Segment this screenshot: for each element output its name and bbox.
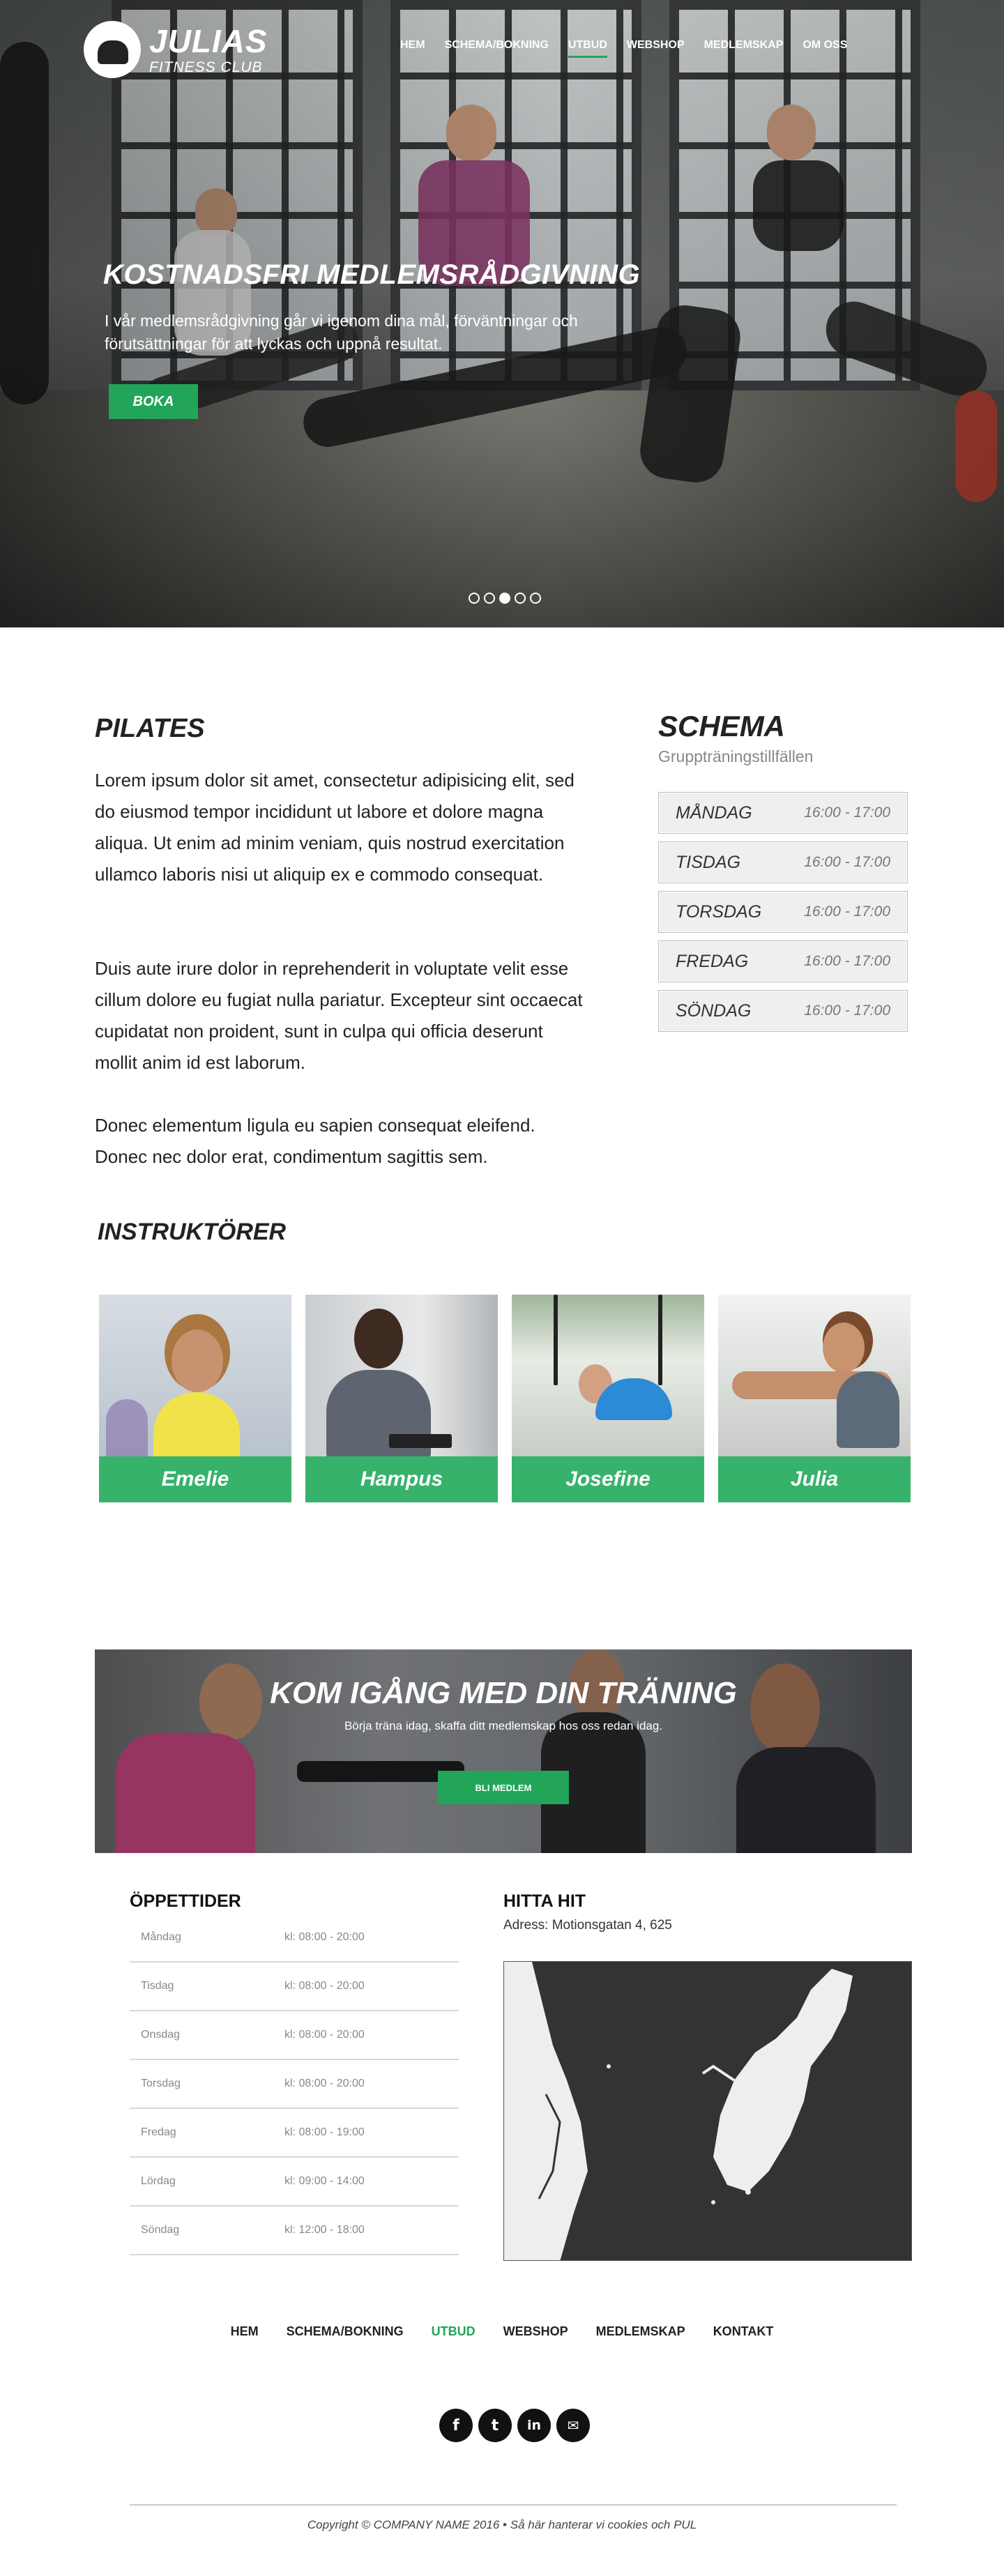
twitter-icon[interactable]: t: [478, 2409, 512, 2442]
schema-time: 16:00 - 17:00: [804, 805, 890, 821]
hours-day: Fredag: [141, 2126, 176, 2138]
hours-row: Tisdag kl: 08:00 - 20:00: [130, 1963, 459, 2011]
hours-time: kl: 09:00 - 14:00: [284, 2175, 365, 2187]
instructor-name: Emelie: [99, 1456, 291, 1502]
find-us-title: HITTA HIT: [503, 1891, 586, 1911]
hours-time: kl: 08:00 - 19:00: [284, 2126, 365, 2138]
schema-day: TORSDAG: [676, 901, 762, 922]
footer-nav: HEM SCHEMA/BOKNING UTBUD WEBSHOP MEDLEMS…: [0, 2324, 1004, 2339]
schema-row[interactable]: MÅNDAG 16:00 - 17:00: [658, 792, 908, 834]
slider-dot[interactable]: [515, 593, 526, 604]
schema-row[interactable]: SÖNDAG 16:00 - 17:00: [658, 990, 908, 1032]
hours-time: kl: 08:00 - 20:00: [284, 2029, 365, 2041]
schema-day: SÖNDAG: [676, 1000, 752, 1021]
hours-day: Torsdag: [141, 2078, 181, 2089]
instructor-name: Josefine: [512, 1456, 704, 1502]
footer-nav-utbud[interactable]: UTBUD: [418, 2324, 489, 2339]
schema-time: 16:00 - 17:00: [804, 904, 890, 920]
instructor-card-emelie[interactable]: Emelie: [99, 1295, 291, 1502]
instructor-card-hampus[interactable]: Hampus: [305, 1295, 498, 1502]
facebook-icon[interactable]: f: [439, 2409, 473, 2442]
nav-item-medlemskap[interactable]: MEDLEMSKAP: [694, 39, 793, 52]
book-button[interactable]: BOKA: [109, 384, 198, 419]
instructor-name: Julia: [718, 1456, 911, 1502]
schema-day: FREDAG: [676, 951, 749, 971]
hours-row: Onsdag kl: 08:00 - 20:00: [130, 2011, 459, 2060]
footer-nav-medlemskap[interactable]: MEDLEMSKAP: [582, 2324, 699, 2339]
hours-time: kl: 12:00 - 18:00: [284, 2224, 365, 2236]
cta-title: KOM IGÅNG MED DIN TRÄNING: [270, 1676, 737, 1710]
pilates-paragraph: Duis aute irure dolor in reprehenderit i…: [95, 958, 583, 1073]
nav-item-utbud[interactable]: UTBUD: [558, 39, 617, 58]
schema-row[interactable]: FREDAG 16:00 - 17:00: [658, 940, 908, 982]
pilates-paragraph: Lorem ipsum dolor sit amet, consectetur …: [95, 770, 575, 885]
schema-row[interactable]: TORSDAG 16:00 - 17:00: [658, 891, 908, 933]
hours-row: Lördag kl: 09:00 - 14:00: [130, 2158, 459, 2207]
hours-day: Måndag: [141, 1931, 181, 1943]
address-text: Adress: Motionsgatan 4, 625: [503, 1918, 672, 1933]
schema-day: TISDAG: [676, 852, 741, 872]
nav-item-hem[interactable]: HEM: [390, 39, 435, 52]
instructor-name: Hampus: [305, 1456, 498, 1502]
location-map[interactable]: [503, 1961, 912, 2261]
instructor-photo: [305, 1295, 498, 1461]
instructor-card-josefine[interactable]: Josefine: [512, 1295, 704, 1502]
main-nav: HEM SCHEMA/BOKNING UTBUD WEBSHOP MEDLEMS…: [390, 39, 857, 58]
copyright-text: Copyright © COMPANY NAME 2016 • Så här h…: [307, 2518, 697, 2531]
hours-row: Söndag kl: 12:00 - 18:00: [130, 2207, 459, 2255]
hours-row: Torsdag kl: 08:00 - 20:00: [130, 2060, 459, 2109]
footer-divider: [130, 2504, 897, 2506]
slider-dots: [469, 593, 541, 604]
schema-time: 16:00 - 17:00: [804, 854, 890, 870]
schema-subtitle: Gruppträningstillfällen: [658, 747, 814, 765]
footer-nav-schema-bokning[interactable]: SCHEMA/BOKNING: [273, 2324, 418, 2339]
hours-day: Onsdag: [141, 2029, 181, 2041]
pilates-title: PILATES: [95, 714, 205, 743]
nav-item-om-oss[interactable]: OM OSS: [793, 39, 857, 52]
schema-time: 16:00 - 17:00: [804, 953, 890, 969]
instructor-photo: [99, 1295, 291, 1462]
footer-nav-webshop[interactable]: WEBSHOP: [489, 2324, 582, 2339]
instructors-title: INSTRUKTÖRER: [98, 1219, 287, 1245]
hours-day: Lördag: [141, 2175, 176, 2187]
pilates-paragraph: Donec elementum ligula eu sapien consequ…: [95, 1115, 535, 1167]
opening-hours-title: ÖPPETTIDER: [130, 1891, 241, 1911]
slider-dot[interactable]: [469, 593, 480, 604]
hours-day: Söndag: [141, 2224, 180, 2236]
slider-dot[interactable]: [530, 593, 541, 604]
footer-nav-hem[interactable]: HEM: [217, 2324, 273, 2339]
logo-name: JULIAS: [149, 22, 268, 59]
slider-dot[interactable]: [484, 593, 495, 604]
site-logo[interactable]: JULIAS FITNESS CLUB: [84, 21, 268, 78]
hours-time: kl: 08:00 - 20:00: [284, 1931, 365, 1943]
logo-tagline: FITNESS CLUB: [149, 59, 263, 75]
become-member-button[interactable]: BLI MEDLEM: [438, 1771, 569, 1804]
footer-nav-kontakt[interactable]: KONTAKT: [699, 2324, 788, 2339]
hours-day: Tisdag: [141, 1980, 174, 1992]
instructor-card-julia[interactable]: Julia: [718, 1295, 911, 1502]
schema-title: SCHEMA: [658, 710, 786, 742]
slider-dot-active[interactable]: [499, 593, 510, 604]
hero-slider: JULIAS FITNESS CLUB HEM SCHEMA/BOKNING U…: [0, 0, 1004, 627]
cta-text: Börja träna idag, skaffa ditt medlemskap…: [344, 1719, 663, 1732]
linkedin-icon[interactable]: in: [517, 2409, 551, 2442]
instructor-photo: [718, 1295, 911, 1456]
schema-day: MÅNDAG: [676, 802, 752, 823]
map-graphic: [504, 1962, 911, 2260]
schema-time: 16:00 - 17:00: [804, 1003, 890, 1019]
nav-item-webshop[interactable]: WEBSHOP: [617, 39, 694, 52]
instructor-photo: [512, 1295, 704, 1456]
hours-row: Måndag kl: 08:00 - 20:00: [130, 1914, 459, 1963]
hours-time: kl: 08:00 - 20:00: [284, 2078, 365, 2089]
schema-row[interactable]: TISDAG 16:00 - 17:00: [658, 841, 908, 883]
logo-icon: [84, 21, 141, 78]
hero-title: KOSTNADSFRI MEDLEMSRÅDGIVNING: [103, 259, 641, 290]
social-links: f t in ✉: [439, 2409, 590, 2442]
hero-text: I vår medlemsrådgivning går vi igenom di…: [105, 312, 578, 353]
membership-banner: KOM IGÅNG MED DIN TRÄNING Börja träna id…: [95, 1649, 912, 1853]
hours-row: Fredag kl: 08:00 - 19:00: [130, 2109, 459, 2158]
nav-item-schema-bokning[interactable]: SCHEMA/BOKNING: [435, 39, 558, 52]
email-icon[interactable]: ✉: [556, 2409, 590, 2442]
hours-time: kl: 08:00 - 20:00: [284, 1980, 365, 1992]
